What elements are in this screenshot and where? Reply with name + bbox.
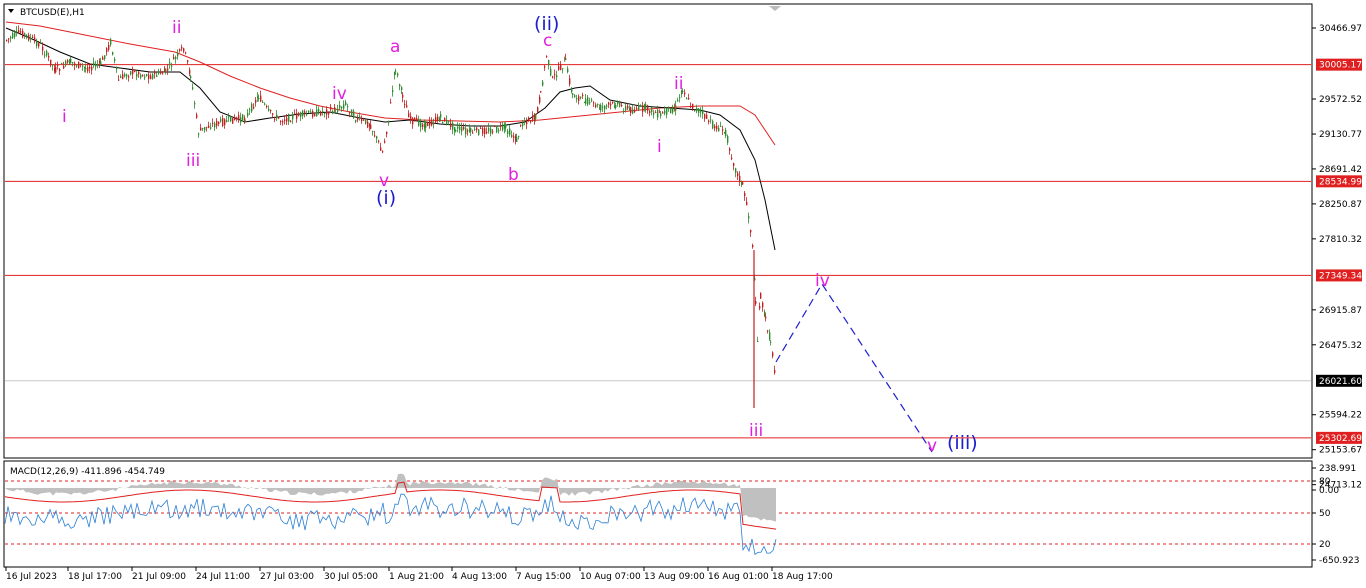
time-axis[interactable]: 16 Jul 2023 18 Jul 17:00 21 Jul 09:00 24 Ju… <box>5 567 833 582</box>
price-tick-label: 28691.42 <box>1319 165 1362 175</box>
time-tick-label: 7 Aug 15:00 <box>516 572 571 582</box>
time-tick-label: 4 Aug 13:00 <box>452 572 507 582</box>
symbol-title: BTCUSD(E),H1 <box>20 8 85 18</box>
price-tick-label: 27810.32 <box>1319 235 1362 245</box>
price-level-tag-text: 26021.60 <box>1319 377 1362 387</box>
wave-label-v-2: v <box>927 436 937 456</box>
price-tick-label: 29130.77 <box>1319 130 1362 140</box>
wave-label-minor-ii: (ii) <box>534 13 559 35</box>
wave-label-ii-2: ii <box>674 74 683 94</box>
wave-label-b: b <box>508 165 519 185</box>
price-tick-label: 30466.97 <box>1319 24 1362 34</box>
time-tick-label: 24 Jul 11:00 <box>196 572 250 582</box>
time-tick-label: 27 Jul 03:00 <box>260 572 314 582</box>
macd-label: MACD(12,26,9) -411.896 -454.749 <box>10 467 165 477</box>
price-tick-label: 25594.22 <box>1319 411 1362 421</box>
time-tick-label: 30 Jul 05:00 <box>324 572 378 582</box>
wave-label-minor-i: (i) <box>376 187 396 209</box>
time-tick-label: 1 Aug 21:00 <box>389 572 444 582</box>
wave-label-iv-2: iv <box>815 271 830 291</box>
price-tick-label: 28250.87 <box>1319 200 1362 210</box>
price-level-tag-text: 28534.99 <box>1319 177 1362 187</box>
wave-label-iv: iv <box>332 84 347 104</box>
wave-label-i: i <box>62 107 67 127</box>
price-level-tag-text: 30005.17 <box>1319 61 1362 71</box>
wave-label-iii: iii <box>186 151 200 171</box>
macd-scale[interactable]: 238.991800.005020-650.923 <box>1311 461 1359 567</box>
macd-tick-label: -650.923 <box>1319 556 1359 566</box>
macd-tick-label: 50 <box>1319 509 1331 519</box>
wave-label-minor-iii: (iii) <box>947 432 978 454</box>
wave-label-i-2: i <box>657 137 662 157</box>
time-tick-label: 18 Aug 17:00 <box>772 572 833 582</box>
price-tick-label: 26475.32 <box>1319 341 1362 351</box>
time-tick-label: 21 Jul 09:00 <box>132 572 186 582</box>
time-tick-label: 10 Aug 07:00 <box>580 572 641 582</box>
price-scale[interactable]: 30466.97 29572.52 29130.77 28691.42 28250.87… <box>1311 4 1362 491</box>
price-tick-label: 25153.67 <box>1319 446 1362 456</box>
main-chart-frame[interactable] <box>3 3 1313 459</box>
wave-label-iii-2: iii <box>749 421 763 441</box>
price-level-tag-text: 25302.69 <box>1319 434 1362 444</box>
price-level-tag-text: 27349.34 <box>1319 271 1362 281</box>
macd-tick-label: 238.991 <box>1319 464 1356 474</box>
macd-tick-label: 20 <box>1319 540 1331 550</box>
time-tick-label: 18 Jul 17:00 <box>68 572 122 582</box>
price-tick-label: 26915.87 <box>1319 306 1362 316</box>
macd-tick-label: 0.00 <box>1319 486 1339 496</box>
wave-label-a: a <box>390 37 400 57</box>
time-tick-label: 13 Aug 09:00 <box>644 572 705 582</box>
price-tick-label: 29572.52 <box>1319 95 1362 105</box>
trading-chart[interactable]: BTCUSD(E),H1 ii i iii iv v (i) a b c (ii… <box>0 0 1366 588</box>
wave-label-ii: ii <box>172 18 181 38</box>
time-tick-label: 16 Aug 01:00 <box>708 572 769 582</box>
time-tick-label: 16 Jul 2023 <box>6 572 57 582</box>
